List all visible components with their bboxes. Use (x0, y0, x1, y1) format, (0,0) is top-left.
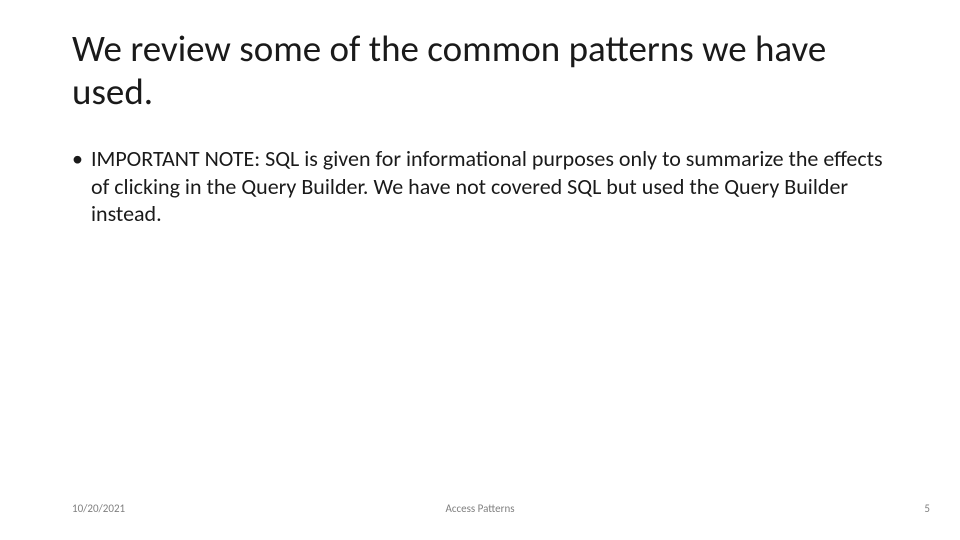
bullet-marker: • (72, 145, 83, 173)
bullet-text: IMPORTANT NOTE: SQL is given for informa… (91, 145, 900, 228)
slide-content: • IMPORTANT NOTE: SQL is given for infor… (72, 145, 900, 228)
footer-date: 10/20/2021 (72, 502, 125, 515)
bullet-item: • IMPORTANT NOTE: SQL is given for infor… (72, 145, 900, 228)
footer-title: Access Patterns (445, 502, 514, 515)
slide-title: We review some of the common patterns we… (72, 28, 910, 113)
slide-footer: 10/20/2021 Access Patterns 5 (0, 502, 960, 522)
footer-page-number: 5 (924, 502, 930, 515)
